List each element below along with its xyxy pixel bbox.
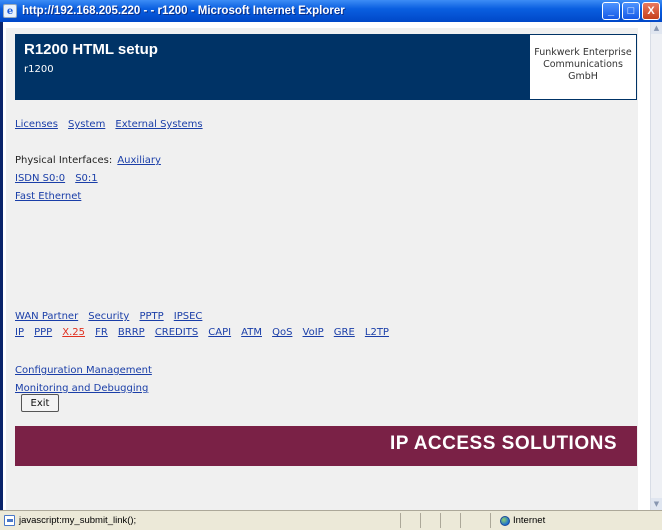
atm-link[interactable]: ATM <box>241 327 262 338</box>
status-panel-divider <box>460 513 461 528</box>
exit-button[interactable]: Exit <box>21 394 59 412</box>
status-panel-divider <box>440 513 441 528</box>
page-subtitle: r1200 <box>24 64 54 75</box>
scroll-up-icon[interactable]: ▲ <box>651 22 662 34</box>
status-panel-divider <box>400 513 401 528</box>
ie-page-icon: e <box>3 4 17 18</box>
monitoring-row: Monitoring and Debugging <box>15 376 148 395</box>
fast-ethernet-link[interactable]: Fast Ethernet <box>15 191 81 202</box>
window-title: http://192.168.205.220 - - r1200 - Micro… <box>22 5 345 17</box>
page-title: R1200 HTML setup <box>24 41 158 58</box>
protocol-row: IP PPP X.25 FR BRRP CREDITS CAPI ATM QoS… <box>15 320 389 339</box>
ip-link[interactable]: IP <box>15 327 24 338</box>
status-panel-divider <box>420 513 421 528</box>
company-line-2: Communications <box>543 59 623 70</box>
nav-top: Licenses System External Systems <box>15 112 203 131</box>
config-row: Configuration Management <box>15 358 152 377</box>
auxiliary-link[interactable]: Auxiliary <box>117 155 161 166</box>
gre-link[interactable]: GRE <box>334 327 355 338</box>
company-name: Funkwerk Enterprise Communications GmbH <box>530 35 636 99</box>
brrp-link[interactable]: BRRP <box>118 327 145 338</box>
physical-interfaces-row: Physical Interfaces: Auxiliary <box>15 148 161 167</box>
ppp-link[interactable]: PPP <box>34 327 52 338</box>
external-systems-link[interactable]: External Systems <box>115 119 202 130</box>
status-text-area: javascript:my_submit_link(); <box>4 515 136 526</box>
monitoring-debugging-link[interactable]: Monitoring and Debugging <box>15 383 148 394</box>
company-line-3: GmbH <box>568 71 598 82</box>
page-header: R1200 HTML setup r1200 Funkwerk Enterpri… <box>15 34 637 100</box>
system-link[interactable]: System <box>68 119 105 130</box>
isdn-s0-1-link[interactable]: S0:1 <box>75 173 97 184</box>
page-viewport: R1200 HTML setup r1200 Funkwerk Enterpri… <box>3 22 659 510</box>
globe-icon <box>500 515 510 526</box>
company-line-1: Funkwerk Enterprise <box>534 47 632 58</box>
isdn-row: ISDN S0:0 S0:1 <box>15 166 98 185</box>
fr-link[interactable]: FR <box>95 327 108 338</box>
security-zone: Internet <box>500 515 545 526</box>
isdn-s0-0-link[interactable]: ISDN S0:0 <box>15 173 65 184</box>
scroll-down-icon[interactable]: ▼ <box>651 498 662 510</box>
minimize-button[interactable]: _ <box>602 2 620 20</box>
qos-link[interactable]: QoS <box>272 327 292 338</box>
close-button[interactable]: X <box>642 2 660 20</box>
capi-link[interactable]: CAPI <box>208 327 231 338</box>
banner-text: IP ACCESS SOLUTIONS <box>390 433 617 454</box>
zone-label: Internet <box>513 515 546 526</box>
window-controls: _ □ X <box>602 2 660 20</box>
status-bar: javascript:my_submit_link(); Internet <box>0 510 662 530</box>
title-bar[interactable]: e http://192.168.205.220 - - r1200 - Mic… <box>0 0 662 22</box>
browser-window: e http://192.168.205.220 - - r1200 - Mic… <box>0 0 662 530</box>
page-icon <box>4 515 15 526</box>
status-panel-divider <box>490 513 491 528</box>
x25-link[interactable]: X.25 <box>62 327 85 338</box>
ethernet-row: Fast Ethernet <box>15 184 81 203</box>
footer-banner: IP ACCESS SOLUTIONS <box>15 426 637 466</box>
l2tp-link[interactable]: L2TP <box>365 327 389 338</box>
physical-interfaces-label: Physical Interfaces: <box>15 155 113 166</box>
page-body: R1200 HTML setup r1200 Funkwerk Enterpri… <box>6 28 638 510</box>
maximize-button[interactable]: □ <box>622 2 640 20</box>
status-text: javascript:my_submit_link(); <box>19 515 137 526</box>
licenses-link[interactable]: Licenses <box>15 119 58 130</box>
vertical-scrollbar[interactable]: ▲ ▼ <box>650 22 662 510</box>
credits-link[interactable]: CREDITS <box>155 327 198 338</box>
voip-link[interactable]: VoIP <box>303 327 324 338</box>
configuration-management-link[interactable]: Configuration Management <box>15 365 152 376</box>
